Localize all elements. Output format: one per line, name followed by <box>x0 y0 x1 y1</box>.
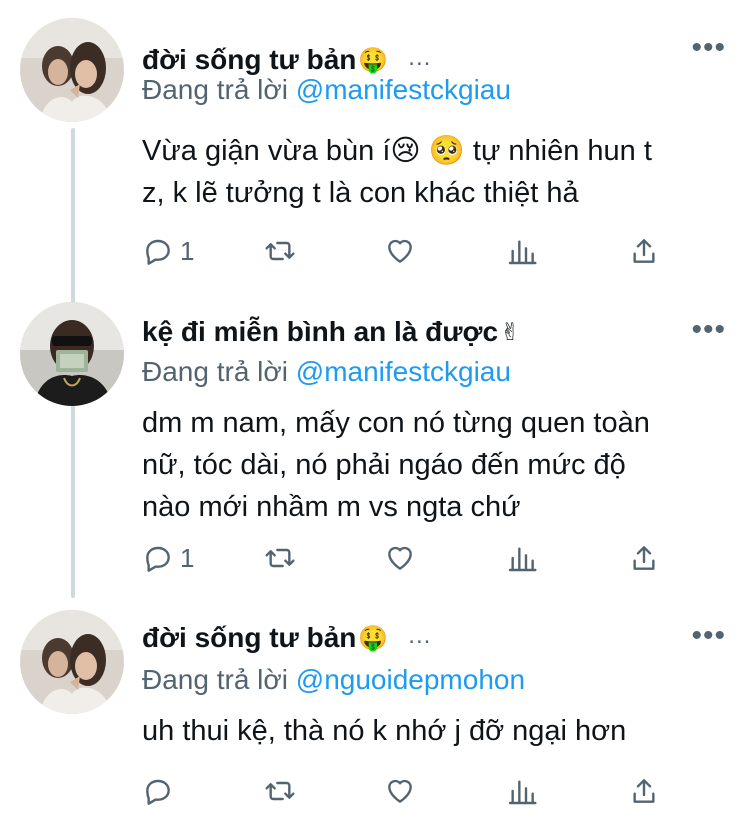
name-emoji: 🤑 <box>358 46 389 74</box>
reply-mention-link[interactable]: @nguoidepmohon <box>296 664 525 695</box>
action-bar: 1 <box>142 541 682 575</box>
heart-icon <box>388 779 412 803</box>
share-button[interactable] <box>628 774 660 808</box>
action-bar: 1 <box>142 234 682 268</box>
retweet-icon <box>265 781 295 801</box>
author-row: đời sống tư bản 🤑 ... <box>142 618 431 658</box>
tweet-text-line: nào mới nhầm m vs ngta chứ <box>142 491 521 523</box>
reply-context: Đang trả lời @nguoidepmohon <box>142 664 525 696</box>
tweet-text-line: z, k lẽ tưởng t là con khác thiệt hả <box>142 177 579 209</box>
reply-icon <box>146 239 170 265</box>
reply-prefix: Đang trả lời <box>142 74 288 105</box>
tweet-text: uh thui kệ, thà nó k nhớ j đỡ ngại hơn <box>142 710 732 752</box>
name-emoji: ✌ <box>500 318 521 346</box>
reply-button[interactable] <box>142 774 180 808</box>
share-button[interactable] <box>628 234 660 268</box>
tweet-1[interactable]: đời sống tư bản 🤑 ... ••• Đang trả lời @… <box>0 12 750 282</box>
retweet-icon <box>265 241 295 261</box>
share-icon <box>633 779 655 803</box>
tweet-3[interactable]: đời sống tư bản 🤑 ... ••• Đang trả lời @… <box>0 604 750 819</box>
more-icon[interactable]: ••• <box>691 621 726 651</box>
retweet-button[interactable] <box>264 541 296 575</box>
avatar[interactable] <box>20 302 124 406</box>
reply-icon <box>146 546 170 572</box>
heart-icon <box>388 239 412 263</box>
reply-mention-link[interactable]: @manifestckgiau <box>296 356 511 387</box>
analytics-button[interactable] <box>506 774 538 808</box>
like-button[interactable] <box>384 541 416 575</box>
tweet-text-line: uh thui kệ, thà nó k nhớ j đỡ ngại hơn <box>142 715 627 747</box>
author-name[interactable]: đời sống tư bản <box>142 622 356 654</box>
analytics-button[interactable] <box>506 234 538 268</box>
retweet-button[interactable] <box>264 234 296 268</box>
action-bar <box>142 774 682 808</box>
tweet-text-line: nữ, tóc dài, nó phải ngáo đến mức độ <box>142 449 626 481</box>
author-row: kệ đi miễn bình an là được ✌ <box>142 312 520 352</box>
tweet-text-line: dm m nam, mấy con nó từng quen toàn <box>142 407 650 439</box>
reply-context: Đang trả lời @manifestckgiau <box>142 356 511 388</box>
reply-icon <box>146 779 170 805</box>
author-name[interactable]: đời sống tư bản <box>142 44 356 76</box>
author-name[interactable]: kệ đi miễn bình an là được <box>142 316 498 348</box>
analytics-icon <box>508 547 537 572</box>
reply-mention-link[interactable]: @manifestckgiau <box>296 74 511 105</box>
retweet-icon <box>265 548 295 568</box>
avatar[interactable] <box>20 610 124 714</box>
more-icon[interactable]: ••• <box>691 33 726 63</box>
avatar[interactable] <box>20 18 124 122</box>
tweet-text: Vừa giận vừa bùn í😢 🥺 tự nhiên hun t z, … <box>142 130 732 214</box>
tweet-text-line: Vừa giận vừa bùn í😢 🥺 tự nhiên hun t <box>142 135 652 167</box>
more-icon[interactable]: ••• <box>691 315 726 345</box>
share-icon <box>633 546 655 570</box>
analytics-button[interactable] <box>506 541 538 575</box>
like-button[interactable] <box>384 234 416 268</box>
reply-count: 1 <box>180 542 195 573</box>
tweet-text: dm m nam, mấy con nó từng quen toàn nữ, … <box>142 402 732 528</box>
share-icon <box>633 239 655 263</box>
truncation-dots: ... <box>408 622 432 649</box>
heart-icon <box>388 546 412 570</box>
reply-button[interactable]: 1 <box>142 234 194 268</box>
reply-context: Đang trả lời @manifestckgiau <box>142 74 511 106</box>
reply-prefix: Đang trả lời <box>142 356 288 387</box>
like-button[interactable] <box>384 774 416 808</box>
truncation-dots: ... <box>408 44 432 71</box>
reply-prefix: Đang trả lời <box>142 664 288 695</box>
share-button[interactable] <box>628 541 660 575</box>
reply-button[interactable]: 1 <box>142 541 194 575</box>
analytics-icon <box>508 780 537 805</box>
retweet-button[interactable] <box>264 774 296 808</box>
reply-count: 1 <box>180 235 195 266</box>
tweet-2[interactable]: kệ đi miễn bình an là được ✌ ••• Đang tr… <box>0 296 750 596</box>
analytics-icon <box>508 240 537 265</box>
name-emoji: 🤑 <box>358 624 389 652</box>
